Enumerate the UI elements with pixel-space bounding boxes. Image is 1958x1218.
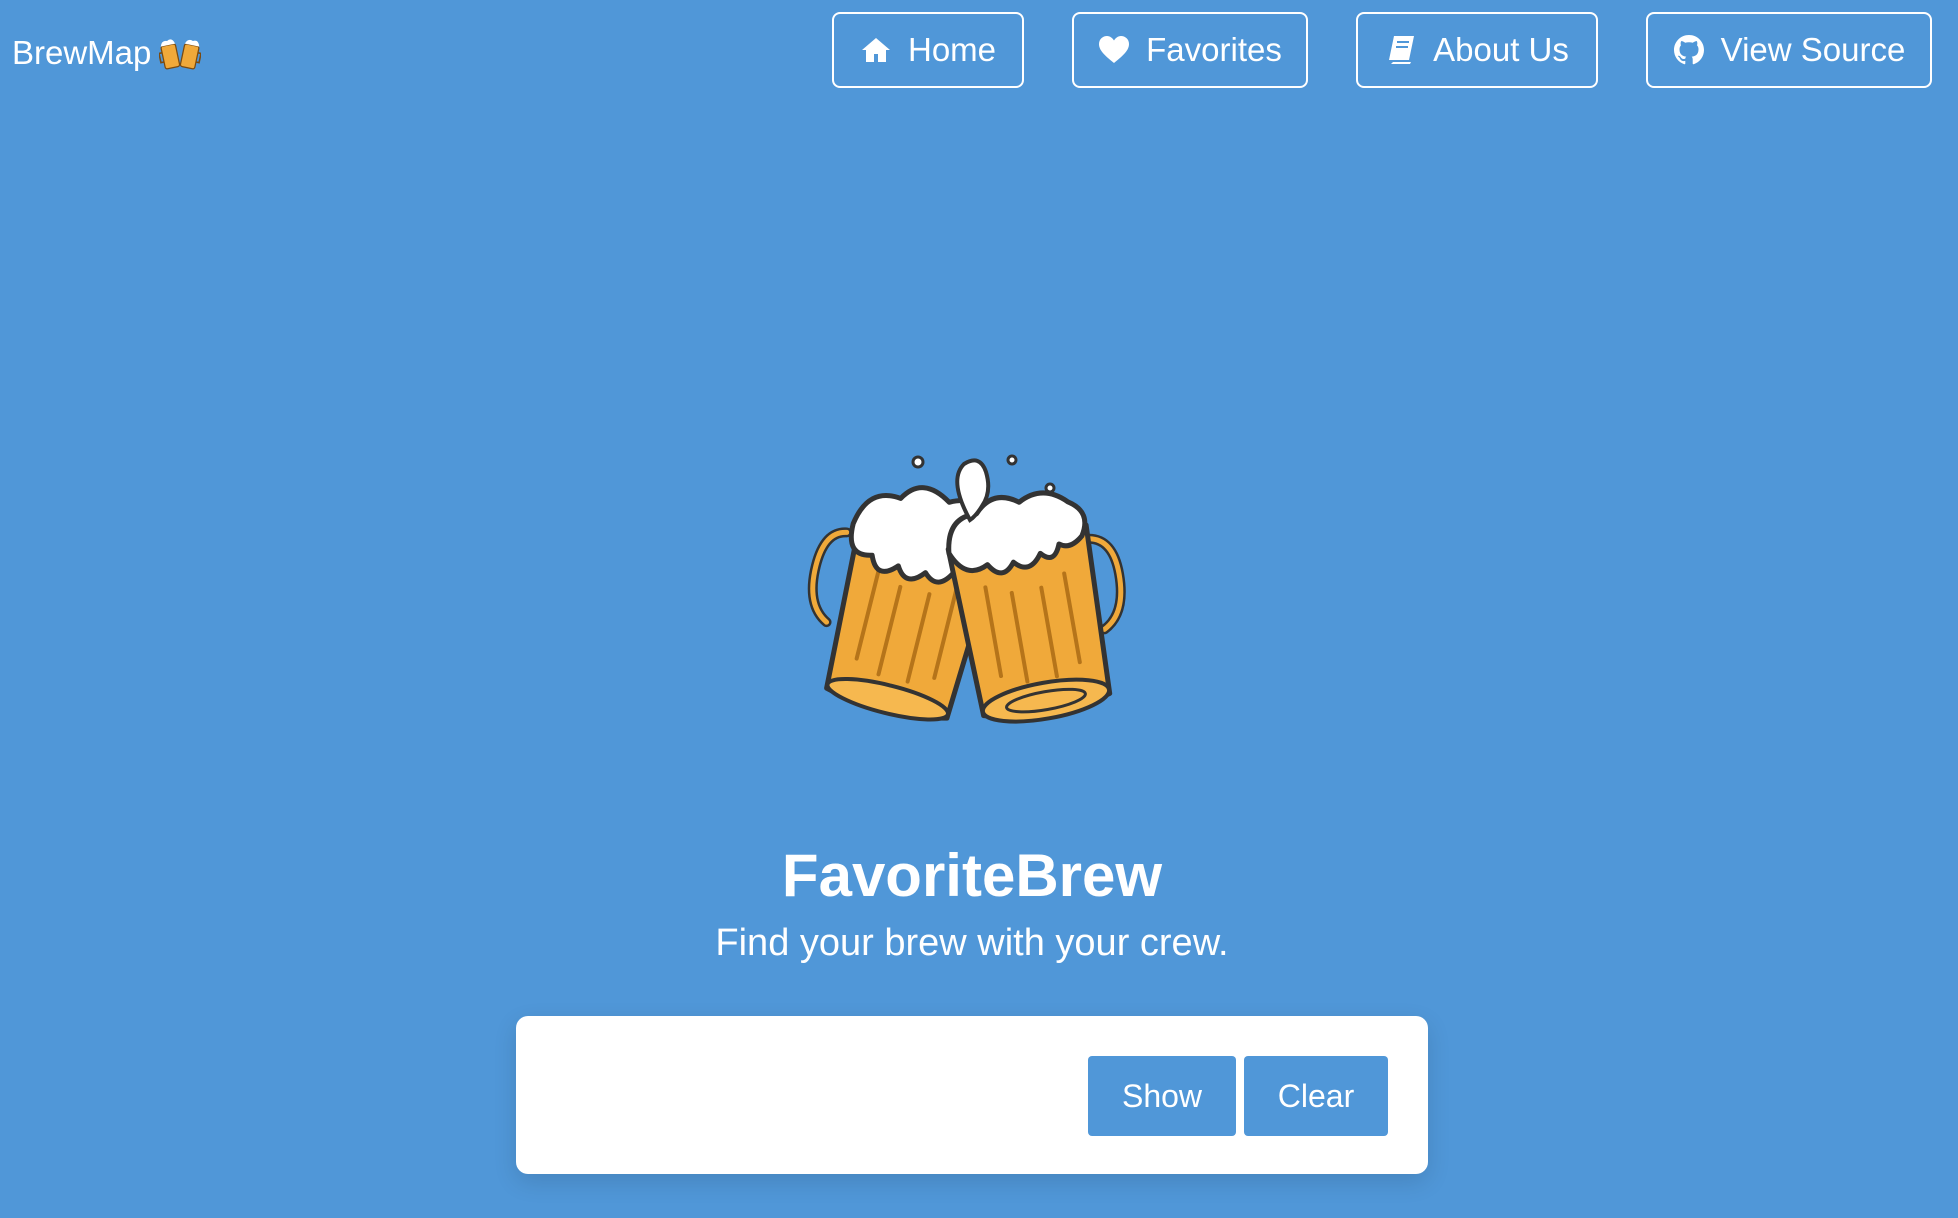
nav-home-label: Home bbox=[907, 31, 997, 68]
clear-button[interactable]: Clear bbox=[1244, 1056, 1388, 1136]
book-icon bbox=[1389, 36, 1415, 64]
brand-link[interactable]: BrewMap bbox=[12, 30, 202, 76]
favorites-card: Show Clear bbox=[516, 1016, 1428, 1174]
nav-home-button[interactable]: Home bbox=[832, 12, 1024, 88]
github-icon bbox=[1673, 35, 1704, 65]
nav-about-button[interactable]: About Us bbox=[1356, 12, 1598, 88]
home-icon bbox=[861, 38, 890, 62]
heart-icon bbox=[1099, 36, 1130, 63]
page: BrewMap Home Favorites About Us View Sou… bbox=[0, 0, 1958, 1218]
nav-favorites-button[interactable]: Favorites bbox=[1072, 12, 1308, 88]
nav-view-source-label: View Source bbox=[1720, 31, 1906, 68]
show-button[interactable]: Show bbox=[1088, 1056, 1236, 1136]
page-title: FavoriteBrew bbox=[781, 842, 1163, 909]
nav-view-source-button[interactable]: View Source bbox=[1646, 12, 1932, 88]
beer-mugs-icon bbox=[159, 39, 202, 70]
clinking-beer-mugs-image bbox=[807, 454, 1126, 724]
nav-favorites-label: Favorites bbox=[1146, 31, 1282, 68]
nav-about-label: About Us bbox=[1433, 31, 1569, 68]
brand-name: BrewMap bbox=[12, 34, 152, 71]
page-subtitle: Find your brew with your crew. bbox=[715, 922, 1229, 964]
